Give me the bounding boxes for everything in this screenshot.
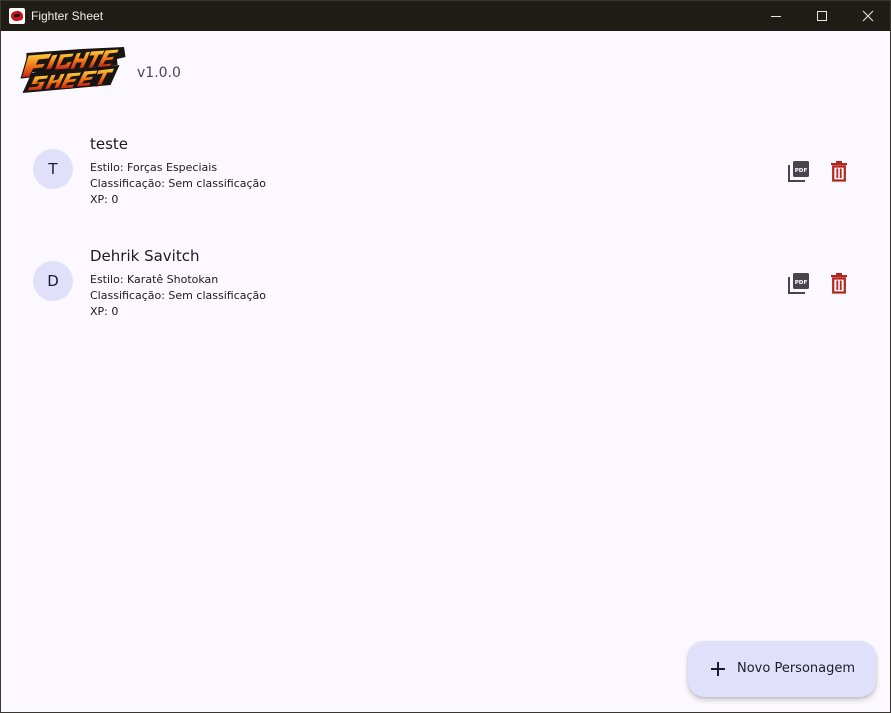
avatar: T — [33, 149, 73, 189]
svg-text:PDF: PDF — [795, 168, 808, 174]
app-window: Fighter Sheet v1.0.0 T teste Estilo: For… — [0, 0, 891, 713]
new-character-label: Novo Personagem — [737, 661, 856, 676]
delete-character-button[interactable] — [825, 269, 853, 297]
title-bar[interactable]: Fighter Sheet — [1, 1, 890, 31]
maximize-button[interactable] — [799, 1, 845, 31]
minimize-button[interactable] — [753, 1, 799, 31]
fighter-sheet-logo — [20, 47, 126, 93]
avatar: D — [33, 261, 73, 301]
trash-icon — [831, 273, 847, 294]
pdf-icon: PDF — [788, 273, 809, 294]
app-logo-icon — [9, 8, 25, 24]
character-list-item[interactable]: T teste Estilo: Forças Especiais Classif… — [1, 133, 890, 245]
close-icon — [862, 10, 874, 22]
character-name: teste — [90, 135, 129, 153]
export-pdf-button[interactable]: PDF — [785, 157, 813, 185]
svg-text:PDF: PDF — [795, 280, 808, 286]
delete-character-button[interactable] — [825, 157, 853, 185]
character-style: Estilo: Forças Especiais — [90, 161, 218, 174]
character-style: Estilo: Karatê Shotokan — [90, 273, 219, 286]
close-button[interactable] — [845, 1, 890, 31]
app-version: v1.0.0 — [137, 65, 181, 81]
main-content: v1.0.0 T teste Estilo: Forças Especiais … — [1, 31, 890, 712]
new-character-button[interactable]: Novo Personagem — [688, 641, 876, 697]
character-list-item[interactable]: D Dehrik Savitch Estilo: Karatê Shotokan… — [1, 245, 890, 357]
window-title: Fighter Sheet — [31, 9, 104, 23]
character-xp: XP: 0 — [90, 193, 119, 206]
minimize-icon — [771, 16, 781, 17]
character-classification: Classificação: Sem classificação — [90, 177, 266, 190]
pdf-icon: PDF — [788, 161, 809, 182]
trash-icon — [831, 161, 847, 182]
maximize-icon — [817, 11, 827, 21]
character-classification: Classificação: Sem classificação — [90, 289, 266, 302]
character-list: T teste Estilo: Forças Especiais Classif… — [1, 133, 890, 357]
character-xp: XP: 0 — [90, 305, 119, 318]
export-pdf-button[interactable]: PDF — [785, 269, 813, 297]
plus-icon — [711, 662, 725, 676]
character-name: Dehrik Savitch — [90, 247, 200, 265]
